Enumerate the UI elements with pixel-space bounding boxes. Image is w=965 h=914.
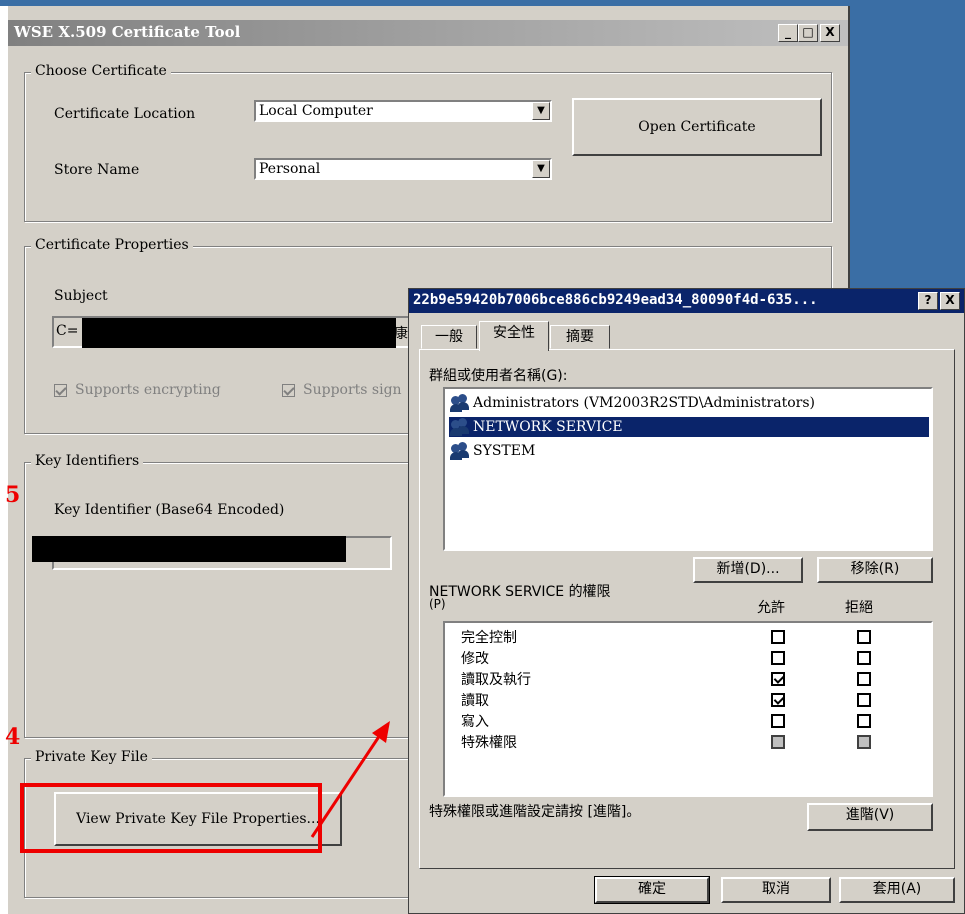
close-button[interactable]: X xyxy=(820,24,840,42)
subject-label: Subject xyxy=(54,288,108,304)
chevron-down-icon[interactable]: ▼ xyxy=(532,160,550,178)
tab-general[interactable]: 一般 xyxy=(421,325,477,349)
step-four-marker: 4 xyxy=(5,724,21,750)
user-name: SYSTEM xyxy=(473,443,536,459)
deny-checkbox[interactable] xyxy=(857,651,871,665)
highlight-box xyxy=(20,783,322,853)
redaction-bar xyxy=(82,318,396,348)
apply-button[interactable]: 套用(A) xyxy=(839,877,955,903)
user-group-icon xyxy=(449,442,471,460)
key-identifiers-label: Key Identifiers xyxy=(31,453,144,469)
allow-checkbox-checked[interactable] xyxy=(771,693,785,707)
permissions-label-accel: (P) xyxy=(429,597,446,611)
allow-checkbox-checked[interactable] xyxy=(771,672,785,686)
deny-checkbox[interactable] xyxy=(857,714,871,728)
store-name-label: Store Name xyxy=(54,162,140,178)
certificate-location-select[interactable]: Local Computer ▼ xyxy=(254,100,552,122)
groups-or-users-label: 群組或使用者名稱(G): xyxy=(429,368,568,384)
dialog-close-button[interactable]: X xyxy=(940,292,960,310)
title-bar[interactable]: WSE X.509 Certificate Tool _ □ X xyxy=(8,20,848,46)
user-group-icon xyxy=(449,418,471,436)
dialog-title-bar[interactable]: 22b9e59420b7006bce886cb9249ead34_80090f4… xyxy=(409,289,964,313)
window-title: WSE X.509 Certificate Tool xyxy=(14,23,241,41)
minimize-button[interactable]: _ xyxy=(778,24,798,42)
permission-name: 寫入 xyxy=(461,714,489,730)
deny-checkbox[interactable] xyxy=(857,672,871,686)
user-group-icon xyxy=(449,394,471,412)
checkbox-icon xyxy=(54,383,67,397)
supports-signing-label: Supports sign xyxy=(303,382,402,398)
dialog-title: 22b9e59420b7006bce886cb9249ead34_80090f4… xyxy=(413,292,818,308)
allow-header: 允許 xyxy=(757,600,785,616)
maximize-button[interactable]: □ xyxy=(798,24,818,42)
supports-encrypting-label: Supports encrypting xyxy=(75,382,221,398)
permission-name: 讀取及執行 xyxy=(461,672,531,688)
allow-checkbox[interactable] xyxy=(771,651,785,665)
permission-name: 完全控制 xyxy=(461,630,517,646)
users-listbox[interactable]: Administrators (VM2003R2STD\Administrato… xyxy=(443,387,933,551)
user-name: NETWORK SERVICE xyxy=(473,419,623,435)
subject-prefix: C= xyxy=(56,323,79,339)
certificate-properties-label: Certificate Properties xyxy=(31,237,193,253)
key-identifier-label: Key Identifier (Base64 Encoded) xyxy=(54,502,285,518)
deny-header: 拒絕 xyxy=(845,600,873,616)
allow-checkbox[interactable] xyxy=(771,630,785,644)
deny-checkbox[interactable] xyxy=(857,693,871,707)
certificate-location-value: Local Computer xyxy=(259,103,373,119)
checkbox-icon xyxy=(282,383,295,397)
allow-checkbox-disabled xyxy=(771,735,785,749)
add-button[interactable]: 新增(D)... xyxy=(693,557,803,583)
choose-certificate-label: Choose Certificate xyxy=(31,63,171,79)
permission-name: 修改 xyxy=(461,651,489,667)
chevron-down-icon[interactable]: ▼ xyxy=(532,102,550,120)
permissions-label: NETWORK SERVICE 的權限 xyxy=(429,584,611,600)
store-name-select[interactable]: Personal ▼ xyxy=(254,158,552,180)
help-button[interactable]: ? xyxy=(918,292,938,310)
supports-encrypting-checkbox: Supports encrypting xyxy=(54,382,221,398)
certificate-location-label: Certificate Location xyxy=(54,106,196,122)
desktop-background xyxy=(850,0,965,288)
user-name: Administrators (VM2003R2STD\Administrato… xyxy=(473,395,815,411)
properties-dialog: 22b9e59420b7006bce886cb9249ead34_80090f4… xyxy=(408,288,965,914)
advanced-note: 特殊權限或進階設定請按 [進階]。 xyxy=(429,804,641,820)
redaction-bar xyxy=(32,536,346,562)
ok-button[interactable]: 確定 xyxy=(594,876,710,904)
tab-security[interactable]: 安全性 xyxy=(479,321,549,351)
tab-summary[interactable]: 摘要 xyxy=(550,325,610,349)
advanced-button[interactable]: 進階(V) xyxy=(807,803,933,831)
open-certificate-button[interactable]: Open Certificate xyxy=(572,98,822,156)
list-item-selected[interactable]: NETWORK SERVICE xyxy=(449,417,929,437)
store-name-value: Personal xyxy=(259,161,321,177)
arrow-icon xyxy=(310,721,390,838)
list-item[interactable]: SYSTEM xyxy=(449,441,535,461)
supports-signing-checkbox: Supports sign xyxy=(282,382,402,398)
allow-checkbox[interactable] xyxy=(771,714,785,728)
deny-checkbox[interactable] xyxy=(857,630,871,644)
list-item[interactable]: Administrators (VM2003R2STD\Administrato… xyxy=(449,393,815,413)
step-five-marker: 5 xyxy=(5,482,21,508)
permission-name: 特殊權限 xyxy=(461,735,517,751)
subject-suffix: 康 xyxy=(394,326,408,342)
cancel-button[interactable]: 取消 xyxy=(721,877,831,903)
private-key-file-label: Private Key File xyxy=(31,749,152,765)
remove-button[interactable]: 移除(R) xyxy=(817,557,933,583)
permissions-list: 完全控制 修改 讀取及執行 讀取 寫入 特殊權限 xyxy=(443,621,933,797)
deny-checkbox-disabled xyxy=(857,735,871,749)
permission-name: 讀取 xyxy=(461,693,489,709)
